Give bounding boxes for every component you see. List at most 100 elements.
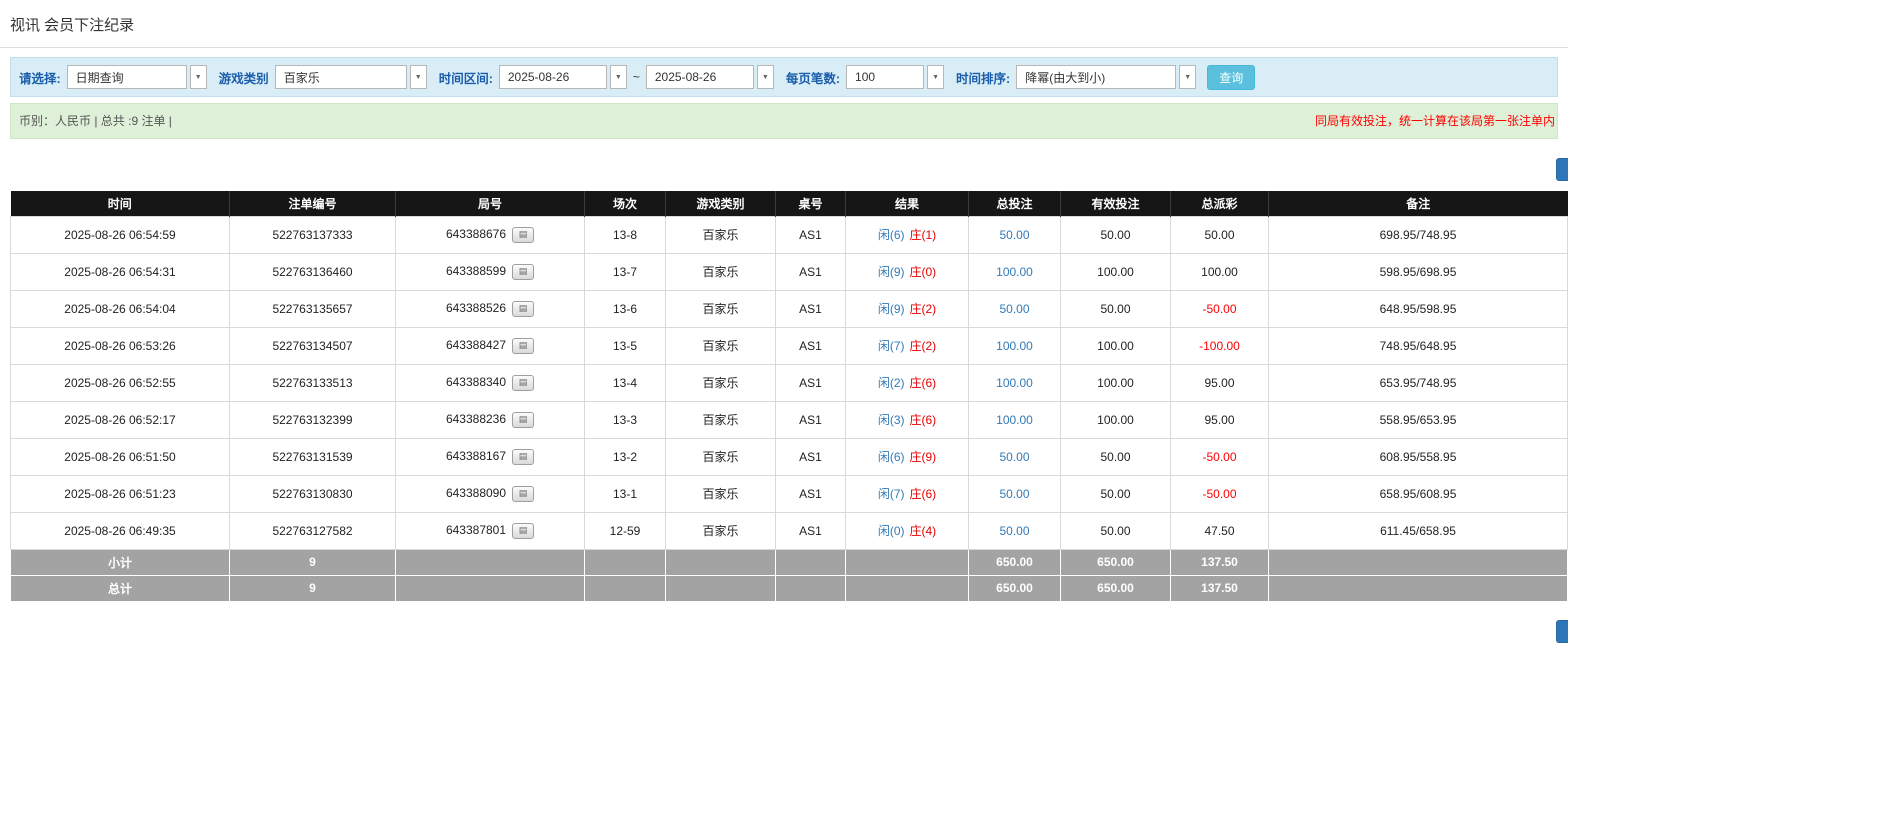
video-replay-icon[interactable]: ▤ (512, 338, 534, 354)
cell-valid-bet: 100.00 (1061, 253, 1171, 290)
total-bet-link[interactable]: 100.00 (996, 376, 1033, 390)
cell-game-type: 百家乐 (666, 253, 776, 290)
replay-glyph: ▤ (519, 452, 528, 461)
total-empty-cell (666, 575, 776, 601)
result-player: 闲(9) (878, 265, 905, 279)
date-from-input[interactable]: 2025-08-26 ▼ (499, 65, 627, 89)
cell-bet-id: 522763134507 (230, 327, 396, 364)
total-label: 总计 (11, 575, 230, 601)
cell-table-id: AS1 (776, 216, 846, 253)
column-header: 结果 (846, 191, 969, 216)
result-player: 闲(3) (878, 413, 905, 427)
round-number: 643388427 (446, 338, 506, 352)
result-player: 闲(6) (878, 450, 905, 464)
video-replay-icon[interactable]: ▤ (512, 412, 534, 428)
total-bet-link[interactable]: 50.00 (999, 228, 1029, 242)
cell-bet-id: 522763131539 (230, 438, 396, 475)
cell-total-bet: 100.00 (969, 401, 1061, 438)
total-bet-link[interactable]: 50.00 (999, 524, 1029, 538)
video-replay-icon[interactable]: ▤ (512, 301, 534, 317)
page-root: 视讯 会员下注纪录 请选择: 日期查询 ▼ 游戏类别 百家乐 ▼ 时间区间: 2… (0, 0, 1568, 826)
cell-time: 2025-08-26 06:51:50 (11, 438, 230, 475)
cell-session: 13-8 (585, 216, 666, 253)
game-type-label: 游戏类别 (219, 68, 269, 87)
replay-glyph: ▤ (519, 230, 528, 239)
round-number: 643387801 (446, 523, 506, 537)
video-replay-icon[interactable]: ▤ (512, 375, 534, 391)
round-number: 643388526 (446, 301, 506, 315)
edge-button-top[interactable] (1556, 158, 1568, 181)
date-to-value: 2025-08-26 (646, 65, 754, 89)
search-button[interactable]: 查询 (1207, 65, 1255, 90)
table-row: 2025-08-26 06:52:55 522763133513 6433883… (11, 364, 1568, 401)
cell-result: 闲(6)庄(1) (846, 216, 969, 253)
game-type-select[interactable]: 百家乐 ▼ (275, 65, 427, 89)
cell-bet-id: 522763130830 (230, 475, 396, 512)
result-player: 闲(0) (878, 524, 905, 538)
round-number: 643388090 (446, 486, 506, 500)
cell-remark: 598.95/698.95 (1269, 253, 1568, 290)
table-header-row: 时间注单编号局号场次游戏类别桌号结果总投注有效投注总派彩备注 (11, 191, 1568, 216)
result-banker: 庄(6) (910, 413, 937, 427)
query-type-select[interactable]: 日期查询 ▼ (67, 65, 207, 89)
column-header: 有效投注 (1061, 191, 1171, 216)
chevron-down-icon: ▼ (190, 65, 207, 89)
subtotal-payout: 137.50 (1171, 549, 1269, 575)
cell-result: 闲(7)庄(2) (846, 327, 969, 364)
chevron-down-icon: ▼ (1179, 65, 1196, 89)
sort-select[interactable]: 降幂(由大到小) ▼ (1016, 65, 1196, 89)
cell-valid-bet: 100.00 (1061, 364, 1171, 401)
edge-button-bottom[interactable] (1556, 620, 1568, 643)
video-replay-icon[interactable]: ▤ (512, 449, 534, 465)
cell-table-id: AS1 (776, 401, 846, 438)
cell-round: 643388599 ▤ (396, 253, 585, 290)
replay-glyph: ▤ (519, 489, 528, 498)
subtotal-count: 9 (230, 549, 396, 575)
page-size-label: 每页笔数: (786, 68, 840, 87)
table-row: 2025-08-26 06:51:23 522763130830 6433880… (11, 475, 1568, 512)
column-header: 总投注 (969, 191, 1061, 216)
total-empty-cell (846, 575, 969, 601)
cell-total-bet: 50.00 (969, 216, 1061, 253)
total-count: 9 (230, 575, 396, 601)
cell-time: 2025-08-26 06:54:04 (11, 290, 230, 327)
date-from-value: 2025-08-26 (499, 65, 607, 89)
total-bet-link[interactable]: 50.00 (999, 302, 1029, 316)
table-row: 2025-08-26 06:49:35 522763127582 6433878… (11, 512, 1568, 549)
subtotal-empty-cell (1269, 549, 1568, 575)
cell-remark: 748.95/648.95 (1269, 327, 1568, 364)
total-bet-link[interactable]: 50.00 (999, 487, 1029, 501)
total-bet-link[interactable]: 100.00 (996, 265, 1033, 279)
page-size-select[interactable]: 100 ▼ (846, 65, 944, 89)
total-bet-link[interactable]: 50.00 (999, 450, 1029, 464)
video-replay-icon[interactable]: ▤ (512, 227, 534, 243)
cell-time: 2025-08-26 06:52:55 (11, 364, 230, 401)
replay-glyph: ▤ (519, 526, 528, 535)
column-header: 总派彩 (1171, 191, 1269, 216)
total-bet-link[interactable]: 100.00 (996, 339, 1033, 353)
sort-value: 降幂(由大到小) (1016, 65, 1176, 89)
cell-round: 643388167▤ (396, 438, 585, 475)
video-replay-icon[interactable]: ▤ (512, 523, 534, 539)
total-valid-bet: 650.00 (1061, 575, 1171, 601)
video-replay-icon[interactable]: ▤ (512, 486, 534, 502)
cell-total-bet: 100.00 (969, 253, 1061, 290)
filter-bar: 请选择: 日期查询 ▼ 游戏类别 百家乐 ▼ 时间区间: 2025-08-26 … (10, 57, 1558, 97)
cell-remark: 611.45/658.95 (1269, 512, 1568, 549)
total-empty-cell (776, 575, 846, 601)
date-to-input[interactable]: 2025-08-26 ▼ (646, 65, 774, 89)
replay-glyph: ▤ (519, 415, 528, 424)
subtotal-empty-cell (585, 549, 666, 575)
video-replay-icon[interactable]: ▤ (512, 264, 534, 280)
result-banker: 庄(0) (910, 265, 937, 279)
round-number: 643388599 (446, 264, 506, 278)
cell-bet-id: 522763132399 (230, 401, 396, 438)
total-empty-cell (585, 575, 666, 601)
total-bet-link[interactable]: 100.00 (996, 413, 1033, 427)
chevron-down-icon: ▼ (927, 65, 944, 89)
column-header: 时间 (11, 191, 230, 216)
date-range-label: 时间区间: (439, 68, 493, 87)
cell-bet-id: 522763135657 (230, 290, 396, 327)
cell-round: 643387801 ▤ (396, 512, 585, 549)
result-banker: 庄(1) (910, 228, 937, 242)
